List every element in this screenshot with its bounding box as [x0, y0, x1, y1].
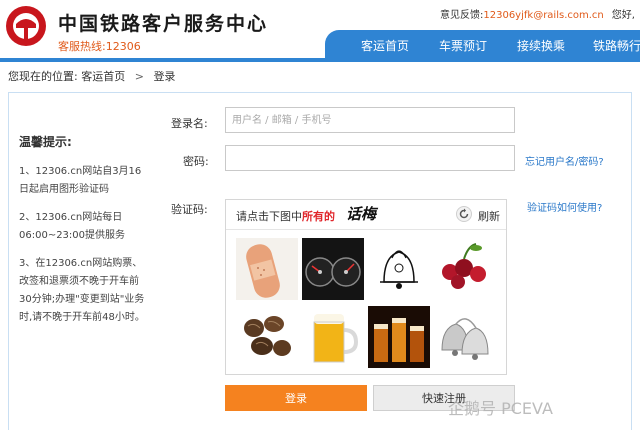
username-input[interactable]	[225, 107, 515, 133]
site-title: 中国铁路客户服务中心	[58, 13, 269, 35]
breadcrumb: 您现在的位置: 客运首页 > 登录	[8, 68, 175, 84]
cherries-image	[434, 238, 496, 300]
captcha-tile-beer-glasses[interactable]	[368, 306, 430, 368]
feedback-email-link[interactable]: 12306yjfk@rails.com.cn	[483, 10, 603, 21]
breadcrumb-separator: >	[134, 70, 144, 83]
silver-bells-image	[434, 306, 496, 368]
greeting-text: 您好,	[611, 10, 635, 21]
captcha-tile-silver-bells[interactable]	[434, 306, 496, 368]
breadcrumb-prefix: 您现在的位置:	[8, 70, 78, 83]
header-divider	[0, 58, 640, 62]
service-hotline: 客服热线:12306	[58, 40, 141, 53]
dried-plums-image	[236, 306, 298, 368]
forgot-password-link[interactable]: 忘记用户名/密码?	[525, 153, 604, 168]
tips-title: 温馨提示:	[19, 135, 72, 149]
beer-mug-image	[302, 306, 364, 368]
login-panel: 温馨提示: 1、12306.cn网站自3月16日起启用图形验证码 2、12306…	[8, 92, 632, 430]
speedometer-image	[302, 238, 364, 300]
tip-item: 2、12306.cn网站每日06:00~23:00提供服务	[19, 212, 126, 241]
username-label: 登录名:	[171, 117, 208, 130]
nav-item-transfer[interactable]: 接续换乘	[517, 37, 565, 54]
captcha-prompt: 请点击下图中所有的	[236, 208, 335, 224]
nav-item-home[interactable]: 客运首页	[361, 37, 409, 54]
captcha-tile-dried-plums[interactable]	[236, 306, 298, 368]
captcha-tile-beer-mug[interactable]	[302, 306, 364, 368]
captcha-tile-bell-sketch[interactable]	[368, 238, 430, 300]
nav-item-express[interactable]: 铁路畅行	[593, 37, 640, 54]
tip-item: 3、在12306.cn网站购票、改签和退票须不晚于开车前30分钟;办理"变更到站…	[19, 258, 145, 323]
captcha-tile-cherries[interactable]	[434, 238, 496, 300]
railway-logo-icon	[6, 6, 46, 46]
breadcrumb-home-link[interactable]: 客运首页	[81, 70, 125, 83]
captcha-tile-bandage[interactable]	[236, 238, 298, 300]
captcha-prompt-highlight: 所有的	[302, 210, 335, 223]
main-nav: 客运首页 车票预订 接续换乘 铁路畅行	[325, 30, 640, 60]
bell-sketch-image	[368, 238, 430, 300]
refresh-label: 刷新	[478, 210, 500, 223]
captcha-target-word: 话梅	[346, 205, 377, 223]
tip-item: 1、12306.cn网站自3月16日起启用图形验证码	[19, 166, 142, 195]
password-input[interactable]	[225, 145, 515, 171]
captcha-label: 验证码:	[171, 203, 208, 216]
top-links: 意见反馈:12306yjfk@rails.com.cn 您好,	[440, 6, 635, 21]
captcha-help-link[interactable]: 验证码如何使用?	[527, 199, 602, 214]
breadcrumb-current: 登录	[153, 70, 176, 83]
password-label: 密码:	[183, 155, 209, 168]
refresh-icon	[456, 206, 472, 222]
captcha-refresh-button[interactable]: 刷新	[456, 206, 502, 224]
captcha-box: 请点击下图中所有的 话梅 刷新	[225, 199, 507, 375]
captcha-prompt-text: 请点击下图中	[236, 210, 302, 223]
watermark-text: 企鹅号 PCEVA	[448, 399, 553, 418]
bandage-image	[236, 238, 298, 300]
beer-glasses-image	[368, 306, 430, 368]
captcha-tile-speedometer[interactable]	[302, 238, 364, 300]
login-button[interactable]: 登录	[225, 385, 367, 411]
nav-item-booking[interactable]: 车票预订	[439, 37, 487, 54]
captcha-header: 请点击下图中所有的 话梅 刷新	[226, 200, 506, 230]
feedback-label: 意见反馈:	[440, 10, 484, 21]
